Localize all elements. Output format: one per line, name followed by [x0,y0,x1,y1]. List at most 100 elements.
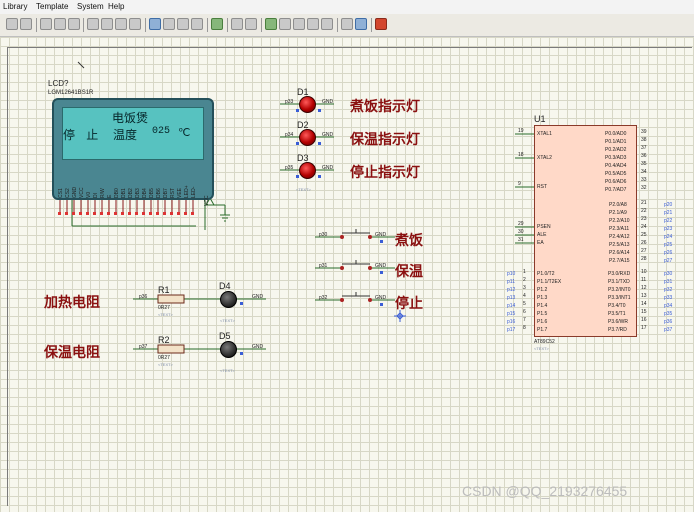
mcu-net-label: p21 [664,210,673,216]
lcd-pin-label: LED+ [184,185,190,198]
lcd-pin-label: E [107,194,113,198]
netlist-icon[interactable] [211,18,223,30]
mcu-net-label: p33 [664,295,673,301]
resistor-r2-text: <TEXT> [158,362,173,367]
make-device-icon[interactable] [307,18,319,30]
menu-help[interactable]: Help [108,2,124,11]
cut-icon[interactable] [40,18,52,30]
mcu-pin-name: P1.5 [537,311,548,317]
menu-template[interactable]: Template [36,2,68,11]
block-delete-icon[interactable] [129,18,141,30]
menu-system[interactable]: System [77,2,104,11]
menu-library[interactable]: Library [3,2,27,11]
copy-icon[interactable] [54,18,66,30]
mcu-pin-name: P3.0/RXD [608,271,631,277]
led-d2[interactable] [299,129,316,146]
mcu-net-label: p27 [664,258,673,264]
search-icon[interactable] [231,18,243,30]
mcu-net-label: p13 [507,295,516,301]
design-explorer-icon[interactable] [293,18,305,30]
bom-icon[interactable] [265,18,277,30]
led-d3[interactable] [299,162,316,179]
lcd-pin-label: DB0 [114,188,120,198]
lcd-pin-label: LED- [191,186,197,198]
mcu-pin-number: 30 [518,229,524,235]
led-d1[interactable] [299,96,316,113]
lcd-pin-label: DB7 [163,188,169,198]
compile-icon[interactable] [375,18,387,30]
led-d3-net: p35 [285,165,294,171]
mcu-pin-number: 14 [641,301,647,307]
mcu-net-label: p10 [507,271,516,277]
lcd-pin-label: DB4 [142,188,148,198]
mcu-pin-name: P3.3/INT1 [608,295,631,301]
mcu-net-label: p30 [664,271,673,277]
led-d1-net: p33 [285,99,294,105]
mcu-net-label: p11 [507,279,515,285]
led-d4-gnd: GND [252,294,264,300]
mcu-net-label: p17 [507,327,516,333]
mcu-pin-number: 15 [641,309,647,315]
package-icon[interactable] [321,18,333,30]
mcu-pin-name: P3.2/INT0 [608,287,631,293]
led-d5[interactable] [220,341,237,358]
switch-1[interactable] [340,227,372,241]
mcu-net-label: p20 [664,202,673,208]
mcu-net-label: p23 [664,226,673,232]
mcu-net-label: p32 [664,287,673,293]
watermark: CSDN @QQ_2193276455 [462,483,628,499]
property-assign-icon[interactable] [245,18,257,30]
mcu-pin-name: P0.7/AD7 [605,187,627,193]
led-d2-gnd: GND [322,132,334,138]
mcu-pin-number: 37 [641,145,647,151]
led-d4[interactable] [220,291,237,308]
mcu-pin-name: P0.4/AD4 [605,163,627,169]
pdf-icon[interactable] [341,18,353,30]
erc-icon[interactable] [279,18,291,30]
paste-icon[interactable] [68,18,80,30]
mcu-pin-name: P2.1/A9 [609,210,627,216]
mcu-pin-number: 26 [641,240,647,246]
switch-2[interactable] [340,258,372,272]
mcu-pin-name: P0.6/AD6 [605,179,627,185]
lcd-pin-label: GND [72,186,78,198]
block-rotate-icon[interactable] [115,18,127,30]
export-icon[interactable] [355,18,367,30]
mcu-pin-number: 39 [641,129,647,135]
heater-2-net: p37 [139,344,148,350]
mcu-pin-number: 12 [641,285,647,291]
mcu-pin-name: P2.4/A12 [609,234,630,240]
mcu-net-label: p14 [507,303,516,309]
mcu-pin-number: 34 [641,169,647,175]
mcu-pin-number: 38 [641,137,647,143]
mcu-pin-number: 23 [641,216,647,222]
resistor-r2[interactable] [158,345,184,353]
led-d2-label: 保温指示灯 [350,132,420,148]
mcu-pin-name: P1.6 [537,319,548,325]
lcd-pin-label: DB1 [121,188,127,198]
block-move-icon[interactable] [101,18,113,30]
led-d3-label: 停止指示灯 [350,165,420,181]
resistor-r1[interactable] [158,295,184,303]
mcu-pin-name: P0.3/AD3 [605,155,627,161]
property-tool-icon[interactable] [191,18,203,30]
resistor-r1-text: <TEXT> [158,312,173,317]
redo-icon[interactable] [20,18,32,30]
mcu-pin-number: 24 [641,224,647,230]
pick-device-icon[interactable] [177,18,189,30]
zoom-icon[interactable] [149,18,161,30]
mcu-pin-number: 32 [641,185,647,191]
lcd-temp-label: 温度 [113,129,138,143]
block-copy-icon[interactable] [87,18,99,30]
switch-1-label: 煮饭 [395,233,423,249]
mcu-ref: U1 [534,114,546,124]
mcu-pin-number: 25 [641,232,647,238]
mcu-pin-number: 1 [523,269,526,275]
vcc-label: VCC [204,195,210,206]
undo-icon[interactable] [6,18,18,30]
resistor-r1-value: 0R27 [158,305,170,311]
mcu-pin-name: P0.0/AD0 [605,131,627,137]
mcu-pin-name: P1.7 [537,327,548,333]
wire-autoroute-icon[interactable] [163,18,175,30]
switch-3[interactable] [340,290,372,304]
